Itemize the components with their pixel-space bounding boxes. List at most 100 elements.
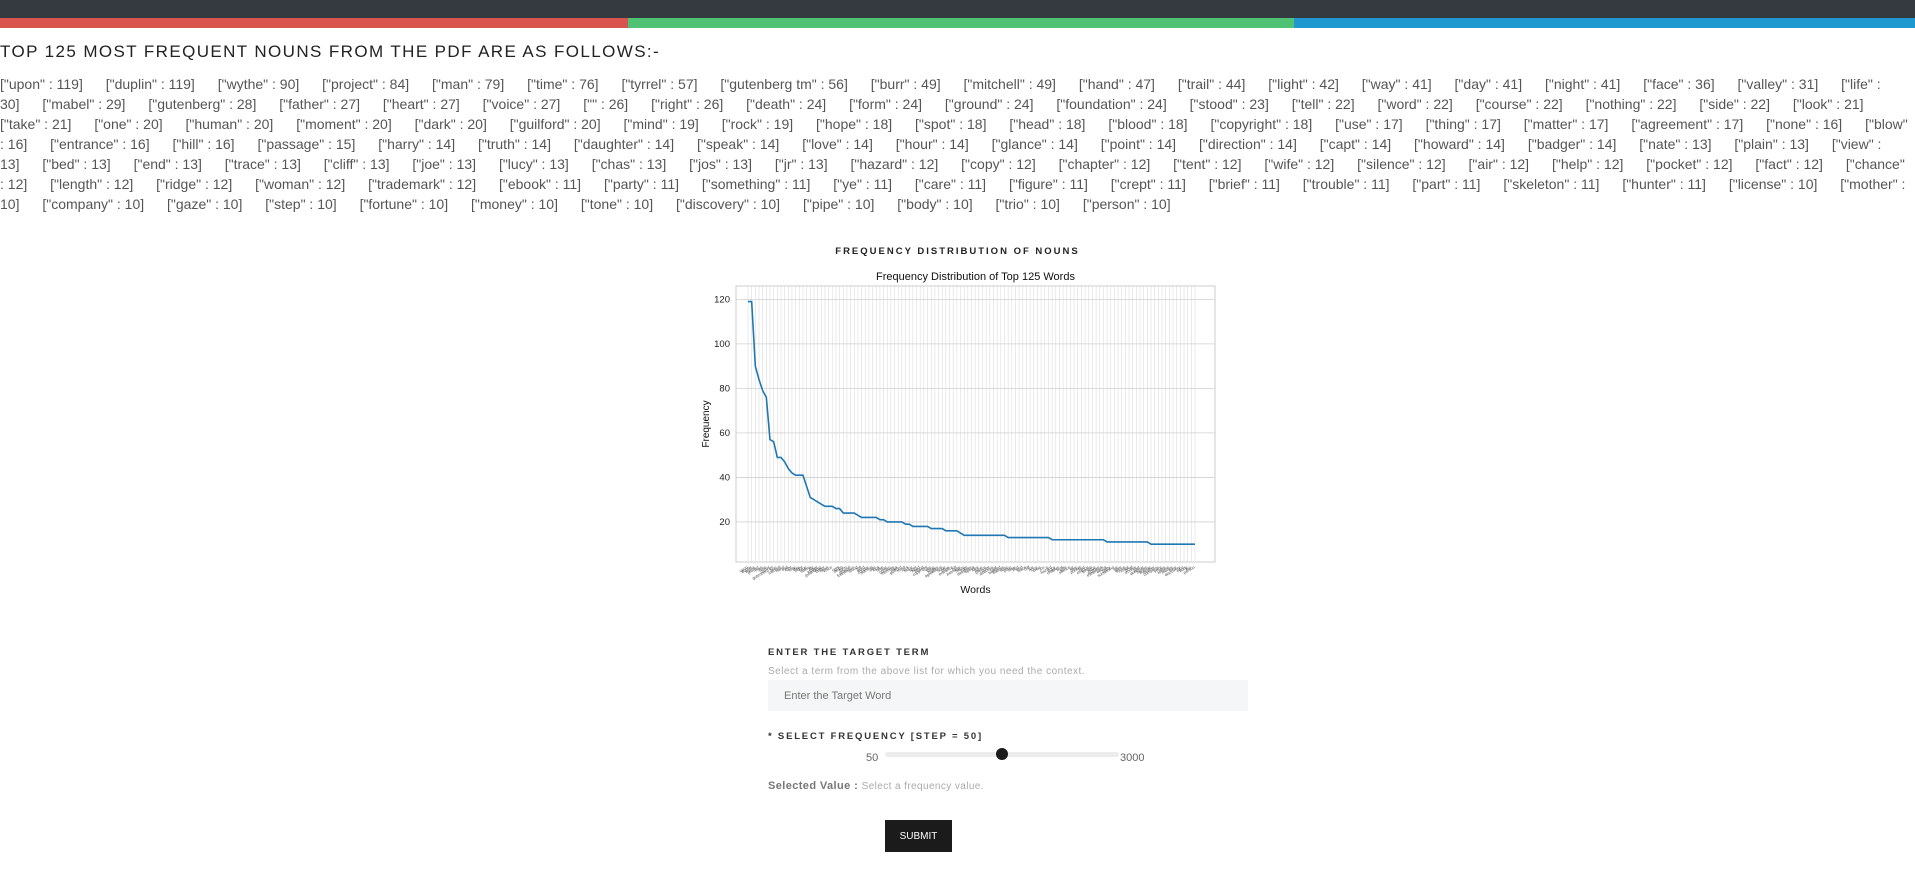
word-frequency-item: ["chapter" : 12]: [1058, 156, 1151, 172]
word-frequency-item: ["chas" : 13]: [591, 156, 667, 172]
word-frequency-item: ["entrance" : 16]: [50, 136, 150, 152]
word-frequency-item: ["money" : 10]: [471, 196, 558, 212]
word-frequency-item: ["party" : 11]: [603, 176, 679, 192]
word-frequency-item: ["point" : 14]: [1100, 136, 1177, 152]
word-frequency-item: ["hunter" : 11]: [1622, 176, 1706, 192]
accent-stripe-red: [0, 18, 628, 28]
accent-stripe-blue: [1294, 18, 1915, 28]
word-frequency-item: ["none" : 16]: [1766, 116, 1843, 132]
word-frequency-item: ["face" : 36]: [1643, 76, 1715, 92]
word-frequency-item: ["spot" : 18]: [915, 116, 987, 132]
word-frequency-item: ["rock" : 19]: [721, 116, 794, 132]
target-term-label: ENTER THE TARGET TERM: [768, 647, 931, 658]
word-frequency-item: ["air" : 12]: [1468, 156, 1530, 172]
y-axis-label: Frequency: [701, 400, 712, 447]
frequency-min: 50: [866, 752, 879, 764]
word-frequency-item: ["wythe" : 90]: [217, 76, 300, 92]
word-frequency-item: ["woman" : 12]: [255, 176, 346, 192]
y-tick-label: 100: [714, 339, 730, 350]
word-frequency-item: ["gaze" : 10]: [167, 196, 243, 212]
word-frequency-item: ["tyrrel" : 57]: [621, 76, 698, 92]
word-frequency-item: ["look" : 21]: [1792, 96, 1864, 112]
word-frequency-item: ["something" : 11]: [701, 176, 811, 192]
word-frequency-item: ["valley" : 31]: [1737, 76, 1819, 92]
word-frequency-item: ["side" : 22]: [1699, 96, 1770, 112]
word-frequency-item: ["voice" : 27]: [482, 96, 561, 112]
word-frequency-item: ["plain" : 13]: [1734, 136, 1809, 152]
word-frequency-item: ["guilford" : 20]: [509, 116, 601, 132]
word-frequency-item: ["blood" : 18]: [1108, 116, 1188, 132]
word-frequency-item: ["human" : 20]: [185, 116, 274, 132]
y-tick-label: 60: [719, 428, 730, 439]
word-frequency-item: ["mabel" : 29]: [42, 96, 126, 112]
word-frequency-item: ["step" : 10]: [265, 196, 337, 212]
word-frequency-item: ["trace" : 13]: [224, 156, 301, 172]
word-frequency-item: ["time" : 76]: [527, 76, 599, 92]
word-frequency-item: ["howard" : 14]: [1414, 136, 1505, 152]
submit-button[interactable]: SUBMIT: [885, 820, 952, 852]
word-frequency-item: ["fact" : 12]: [1755, 156, 1823, 172]
word-frequency-item: ["crept" : 11]: [1110, 176, 1186, 192]
word-frequency-item: ["help" : 12]: [1551, 156, 1624, 172]
chart-title: Frequency Distribution of Top 125 Words: [876, 271, 1075, 283]
selected-value-text: Select a frequency value.: [861, 781, 984, 792]
word-frequency-item: ["capt" : 14]: [1319, 136, 1392, 152]
word-frequency-item: ["person" : 10]: [1082, 196, 1171, 212]
word-frequency-item: ["tone" : 10]: [580, 196, 654, 212]
frequency-slider-thumb[interactable]: [996, 748, 1008, 760]
word-frequency-item: ["gutenberg tm" : 56]: [720, 76, 848, 92]
word-frequency-item: ["ye" : 11]: [833, 176, 893, 192]
selected-value-label: Selected Value :: [768, 780, 859, 792]
frequency-max: 3000: [1120, 752, 1145, 764]
word-frequency-item: ["tell" : 22]: [1291, 96, 1355, 112]
word-frequency-item: ["thing" : 17]: [1425, 116, 1501, 132]
word-frequency-item: ["daughter" : 14]: [573, 136, 675, 152]
word-frequency-item: ["agreement" : 17]: [1631, 116, 1744, 132]
word-frequency-item: ["nate" : 13]: [1639, 136, 1712, 152]
word-frequency-item: ["pocket" : 12]: [1646, 156, 1733, 172]
selected-value-row: Selected Value : Select a frequency valu…: [768, 780, 984, 792]
plot-area: [735, 285, 1216, 563]
word-frequency-item: ["heart" : 27]: [382, 96, 460, 112]
word-frequency-item: ["form" : 24]: [849, 96, 923, 112]
word-frequency-item: ["glance" : 14]: [991, 136, 1078, 152]
chart-section-title: FREQUENCY DISTRIBUTION OF NOUNS: [835, 246, 1080, 257]
word-frequency-item: ["joe" : 13]: [412, 156, 477, 172]
word-frequency-item: ["trademark" : 12]: [368, 176, 477, 192]
word-frequency-item: ["brief" : 11]: [1208, 176, 1280, 192]
word-frequency-item: ["dark" : 20]: [414, 116, 487, 132]
word-frequency-item: ["pipe" : 10]: [802, 196, 875, 212]
word-frequency-item: ["figure" : 11]: [1008, 176, 1088, 192]
word-frequency-item: ["ground" : 24]: [944, 96, 1034, 112]
word-frequency-item: ["foundation" : 24]: [1056, 96, 1167, 112]
word-frequency-item: ["nothing" : 22]: [1585, 96, 1677, 112]
word-frequency-item: ["upon" : 119]: [0, 76, 83, 92]
word-frequency-item: ["man" : 79]: [432, 76, 505, 92]
word-frequency-item: ["father" : 27]: [279, 96, 361, 112]
word-frequency-item: ["jos" : 13]: [689, 156, 752, 172]
target-word-input[interactable]: [768, 680, 1248, 711]
target-term-hint: Select a term from the above list for wh…: [768, 666, 1086, 677]
word-frequency-item: ["way" : 41]: [1361, 76, 1432, 92]
word-frequency-item: ["project" : 84]: [322, 76, 410, 92]
word-frequency-item: ["hand" : 47]: [1078, 76, 1155, 92]
word-frequency-item: ["day" : 41]: [1454, 76, 1523, 92]
word-frequency-item: ["lucy" : 13]: [498, 156, 569, 172]
word-frequency-item: ["fortune" : 10]: [359, 196, 449, 212]
word-frequency-item: ["right" : 26]: [651, 96, 724, 112]
word-frequency-item: ["hour" : 14]: [895, 136, 969, 152]
word-frequency-item: ["mind" : 19]: [623, 116, 699, 132]
accent-stripe-green: [628, 18, 1294, 28]
word-frequency-item: ["copy" : 12]: [961, 156, 1036, 172]
word-frequency-item: ["badger" : 14]: [1527, 136, 1617, 152]
word-frequency-list: ["upon" : 119] ["duplin" : 119] ["wythe"…: [0, 74, 1912, 214]
word-frequency-item: ["truth" : 14]: [477, 136, 551, 152]
word-frequency-item: ["mitchell" : 49]: [963, 76, 1056, 92]
word-frequency-item: ["love" : 14]: [802, 136, 873, 152]
y-tick-label: 120: [714, 294, 730, 305]
word-frequency-item: ["harry" : 14]: [378, 136, 456, 152]
word-frequency-item: ["ebook" : 11]: [498, 176, 582, 192]
word-frequency-item: ["one" : 20]: [94, 116, 163, 132]
word-frequency-item: ["burr" : 49]: [870, 76, 941, 92]
word-frequency-item: ["gutenberg" : 28]: [148, 96, 257, 112]
